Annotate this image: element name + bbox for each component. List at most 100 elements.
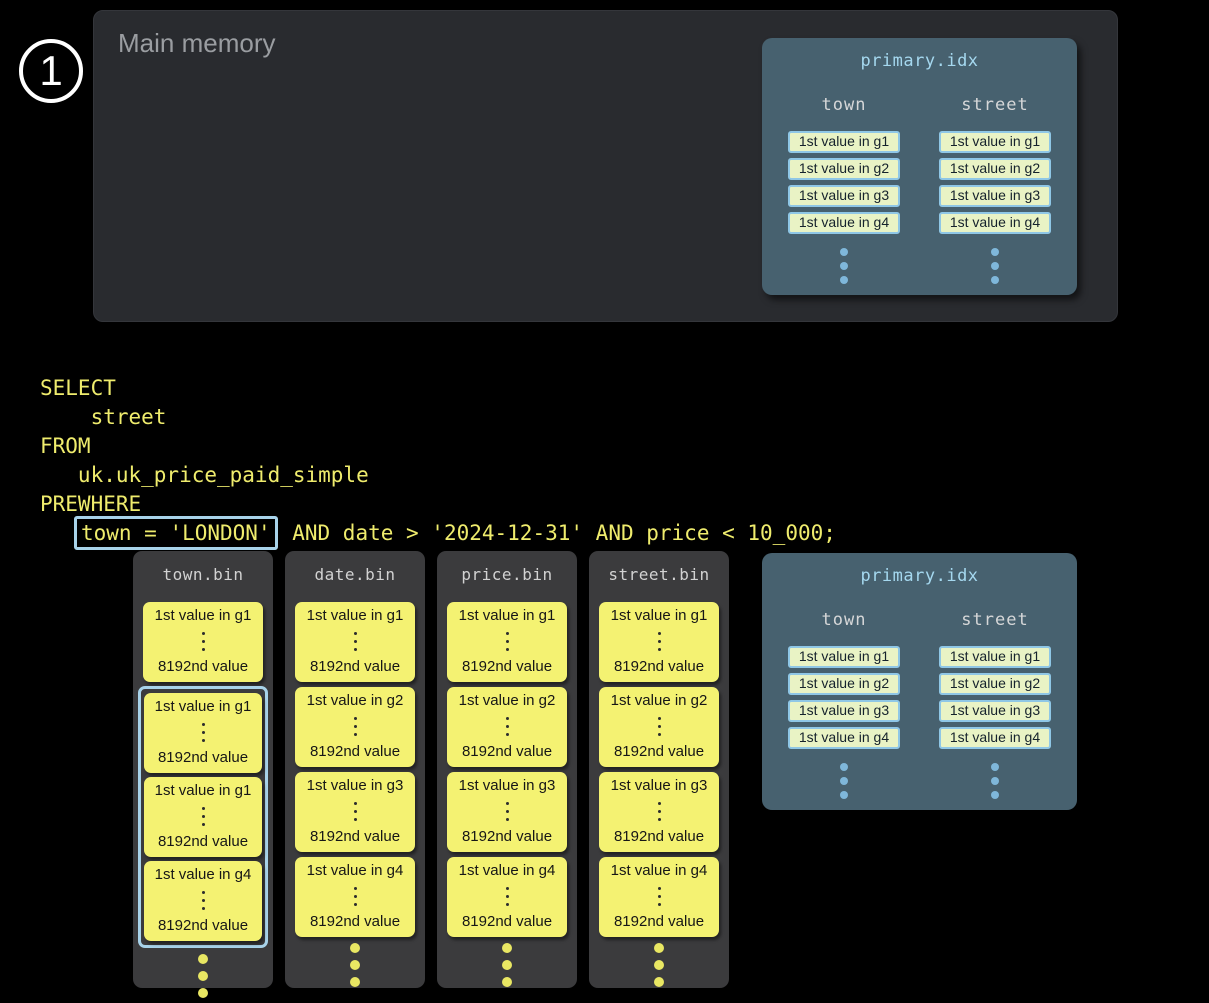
date-bin-title: date.bin bbox=[285, 565, 425, 584]
index-entry: 1st value in g3 bbox=[939, 185, 1051, 207]
granule-first-value: 1st value in g1 bbox=[611, 607, 708, 624]
granule-first-value: 1st value in g4 bbox=[459, 862, 556, 879]
vertical-ellipsis-icon bbox=[354, 717, 357, 736]
primary-idx-columns: town 1st value in g1 1st value in g2 1st… bbox=[762, 610, 1077, 799]
street-bin-column: street.bin 1st value in g1 8192nd value … bbox=[589, 551, 729, 988]
granule-last-value: 8192nd value bbox=[462, 828, 552, 845]
granule-first-value: 1st value in g4 bbox=[155, 866, 252, 883]
step-number: 1 bbox=[39, 50, 62, 92]
granule-first-value: 1st value in g2 bbox=[307, 692, 404, 709]
granule-last-value: 8192nd value bbox=[614, 658, 704, 675]
granule-first-value: 1st value in g4 bbox=[307, 862, 404, 879]
granule-first-value: 1st value in g1 bbox=[155, 607, 252, 624]
granule-last-value: 8192nd value bbox=[462, 913, 552, 930]
granule-block: 1st value in g1 8192nd value bbox=[144, 777, 262, 857]
index-entry: 1st value in g2 bbox=[939, 158, 1051, 180]
granule-block: 1st value in g3 8192nd value bbox=[295, 772, 415, 852]
index-entry: 1st value in g2 bbox=[939, 673, 1051, 695]
sql-query: SELECT street FROM uk.uk_price_paid_simp… bbox=[40, 374, 836, 548]
granule-block: 1st value in g1 8192nd value bbox=[447, 602, 567, 682]
granule-block: 1st value in g2 8192nd value bbox=[295, 687, 415, 767]
granule-block: 1st value in g3 8192nd value bbox=[599, 772, 719, 852]
vertical-ellipsis-icon bbox=[991, 248, 999, 284]
granule-first-value: 1st value in g3 bbox=[459, 777, 556, 794]
vertical-ellipsis-icon bbox=[589, 943, 729, 987]
vertical-ellipsis-icon bbox=[840, 763, 848, 799]
granule-last-value: 8192nd value bbox=[158, 749, 248, 766]
vertical-ellipsis-icon bbox=[658, 632, 661, 651]
index-entry: 1st value in g3 bbox=[788, 185, 900, 207]
vertical-ellipsis-icon bbox=[506, 717, 509, 736]
sql-keyword-select: SELECT bbox=[40, 376, 116, 400]
index-entry: 1st value in g4 bbox=[788, 727, 900, 749]
index-entry: 1st value in g1 bbox=[939, 646, 1051, 668]
primary-idx-title: primary.idx bbox=[762, 51, 1077, 71]
granule-last-value: 8192nd value bbox=[614, 828, 704, 845]
vertical-ellipsis-icon bbox=[658, 887, 661, 906]
vertical-ellipsis-icon bbox=[658, 802, 661, 821]
index-entry: 1st value in g2 bbox=[788, 158, 900, 180]
vertical-ellipsis-icon bbox=[354, 632, 357, 651]
primary-idx-column-street: street 1st value in g1 1st value in g2 1… bbox=[939, 95, 1051, 284]
granule-block: 1st value in g3 8192nd value bbox=[447, 772, 567, 852]
sql-keyword-prewhere: PREWHERE bbox=[40, 492, 141, 516]
sql-predicate-rest: AND date > '2024-12-31' AND price < 10_0… bbox=[280, 521, 836, 545]
primary-idx-panel-bottom: primary.idx town 1st value in g1 1st val… bbox=[762, 553, 1077, 810]
column-header-town: town bbox=[822, 610, 867, 630]
index-entry: 1st value in g3 bbox=[939, 700, 1051, 722]
granule-first-value: 1st value in g1 bbox=[155, 782, 252, 799]
vertical-ellipsis-icon bbox=[991, 763, 999, 799]
sql-keyword-from: FROM bbox=[40, 434, 91, 458]
town-bin-granules: 1st value in g1 8192nd value 1st value i… bbox=[133, 602, 273, 948]
granule-last-value: 8192nd value bbox=[614, 913, 704, 930]
sql-table-name: uk.uk_price_paid_simple bbox=[40, 463, 369, 487]
primary-idx-title: primary.idx bbox=[762, 566, 1077, 586]
granule-block: 1st value in g2 8192nd value bbox=[599, 687, 719, 767]
granule-first-value: 1st value in g4 bbox=[611, 862, 708, 879]
granule-block: 1st value in g4 8192nd value bbox=[295, 857, 415, 937]
granule-last-value: 8192nd value bbox=[310, 828, 400, 845]
vertical-ellipsis-icon bbox=[354, 802, 357, 821]
vertical-ellipsis-icon bbox=[437, 943, 577, 987]
granule-last-value: 8192nd value bbox=[158, 917, 248, 934]
granule-last-value: 8192nd value bbox=[158, 658, 248, 675]
vertical-ellipsis-icon bbox=[202, 632, 205, 651]
granule-block: 1st value in g4 8192nd value bbox=[447, 857, 567, 937]
index-entry: 1st value in g1 bbox=[788, 131, 900, 153]
granule-first-value: 1st value in g3 bbox=[307, 777, 404, 794]
index-entry: 1st value in g4 bbox=[788, 212, 900, 234]
town-bin-column: town.bin 1st value in g1 8192nd value 1s… bbox=[133, 551, 273, 988]
index-entry: 1st value in g1 bbox=[939, 131, 1051, 153]
index-entry: 1st value in g1 bbox=[788, 646, 900, 668]
index-entry: 1st value in g4 bbox=[939, 212, 1051, 234]
main-memory-title: Main memory bbox=[118, 28, 275, 59]
index-entry: 1st value in g2 bbox=[788, 673, 900, 695]
prewhere-town-predicate-highlight: town = 'LONDON' bbox=[74, 516, 278, 550]
vertical-ellipsis-icon bbox=[840, 248, 848, 284]
step-number-badge: 1 bbox=[19, 39, 83, 103]
primary-idx-panel-top: primary.idx town 1st value in g1 1st val… bbox=[762, 38, 1077, 295]
date-bin-granules: 1st value in g1 8192nd value 1st value i… bbox=[285, 602, 425, 937]
column-header-town: town bbox=[822, 95, 867, 115]
primary-idx-column-town: town 1st value in g1 1st value in g2 1st… bbox=[788, 95, 900, 284]
granule-block: 1st value in g1 8192nd value bbox=[144, 693, 262, 773]
selected-granules-highlight: 1st value in g1 8192nd value 1st value i… bbox=[138, 686, 268, 948]
diagram-canvas: 1 Main memory primary.idx town 1st value… bbox=[0, 0, 1209, 1003]
vertical-ellipsis-icon bbox=[506, 887, 509, 906]
granule-first-value: 1st value in g2 bbox=[459, 692, 556, 709]
granule-block: 1st value in g1 8192nd value bbox=[295, 602, 415, 682]
granule-block: 1st value in g1 8192nd value bbox=[599, 602, 719, 682]
granule-first-value: 1st value in g2 bbox=[611, 692, 708, 709]
street-bin-granules: 1st value in g1 8192nd value 1st value i… bbox=[589, 602, 729, 937]
vertical-ellipsis-icon bbox=[202, 807, 205, 826]
column-files-row: town.bin 1st value in g1 8192nd value 1s… bbox=[133, 551, 729, 988]
column-header-street: street bbox=[961, 95, 1028, 115]
sql-indent bbox=[40, 521, 78, 545]
vertical-ellipsis-icon bbox=[285, 943, 425, 987]
granule-last-value: 8192nd value bbox=[310, 913, 400, 930]
granule-last-value: 8192nd value bbox=[614, 743, 704, 760]
vertical-ellipsis-icon bbox=[202, 723, 205, 742]
index-entry: 1st value in g4 bbox=[939, 727, 1051, 749]
granule-first-value: 1st value in g1 bbox=[155, 698, 252, 715]
vertical-ellipsis-icon bbox=[658, 717, 661, 736]
